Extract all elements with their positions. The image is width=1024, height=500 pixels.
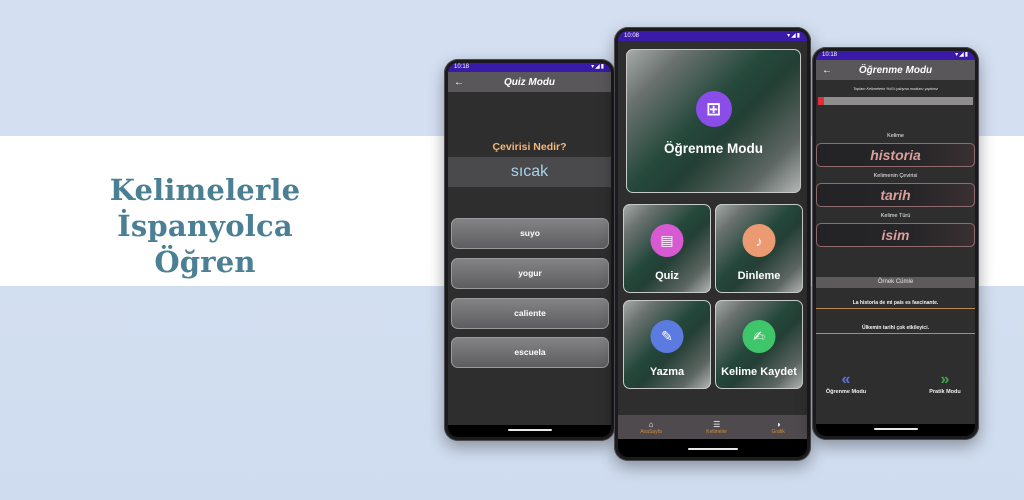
card-writing[interactable]: ✎ Yazma xyxy=(623,300,711,389)
status-bar: 10:18 ▾◢▮ xyxy=(816,51,975,60)
quiz-option-2[interactable]: yogur xyxy=(451,258,609,289)
quiz-option-4[interactable]: escuela xyxy=(451,337,609,368)
next-mode-button[interactable]: » Pratik Modu xyxy=(915,371,975,395)
phone-learning: 10:18 ▾◢▮ ← Öğrenme Modu Toplam Kelimele… xyxy=(812,47,979,440)
word-label: Kelime xyxy=(887,133,904,139)
word-type-label: Kelime Türü xyxy=(880,213,911,219)
card-listening-label: Dinleme xyxy=(737,270,781,282)
grid-icon: ⊞ xyxy=(695,91,732,127)
progress-bar xyxy=(818,97,973,105)
card-listening[interactable]: ♪ Dinleme xyxy=(715,204,803,293)
phone-home: 10:08 ▾◢▮ ⊞ Öğrenme Modu ▤ Quiz ♪ Dinlem… xyxy=(614,27,811,461)
prev-mode-label: Öğrenme Modu xyxy=(825,389,867,395)
gesture-bar-area xyxy=(816,424,975,436)
translation-label: Kelimenin Çevirisi xyxy=(873,173,918,179)
status-bar: 10:08 ▾◢▮ xyxy=(618,31,807,41)
card-quiz[interactable]: ▤ Quiz xyxy=(623,204,711,293)
back-arrow-icon[interactable]: ← xyxy=(822,65,836,76)
home-indicator[interactable] xyxy=(873,428,918,430)
card-writing-label: Yazma xyxy=(649,366,685,378)
learning-screen: 10:18 ▾◢▮ ← Öğrenme Modu Toplam Kelimele… xyxy=(816,51,975,436)
app-bar: ← Öğrenme Modu xyxy=(816,60,975,80)
example-sentence-header: Örnek Cümle xyxy=(816,277,975,288)
double-chevron-left-icon: « xyxy=(841,371,851,388)
card-save-word[interactable]: ✍ Kelime Kaydet xyxy=(715,300,803,389)
headline-line-1: Kelimelerle İspanyolca xyxy=(109,173,301,243)
back-arrow-icon[interactable]: ← xyxy=(454,77,468,88)
card-quiz-label: Quiz xyxy=(655,270,679,282)
prev-mode-button[interactable]: « Öğrenme Modu xyxy=(816,371,876,395)
next-mode-label: Pratik Modu xyxy=(929,389,961,395)
cards-icon: ▤ xyxy=(650,224,684,257)
gesture-bar-area xyxy=(448,425,611,437)
headline-line-2: Öğren xyxy=(154,245,256,279)
word-type-value: isim xyxy=(816,223,975,247)
nav-words-label: Kelimeler xyxy=(706,428,728,435)
nav-home-label: AnaSayfa xyxy=(640,428,662,435)
bottom-navigation: ⌂ AnaSayfa ☰ Kelimeler ◑ Grafik xyxy=(618,415,807,439)
quiz-screen: 10:18 ▾◢▮ ← Quiz Modu Çevirisi Nedir? sı… xyxy=(448,63,611,437)
quiz-option-1[interactable]: suyo xyxy=(451,218,609,249)
word-value: historia xyxy=(816,143,975,167)
home-indicator[interactable] xyxy=(507,429,552,431)
status-icons: ▾◢▮ xyxy=(787,33,801,39)
pencil-icon: ✎ xyxy=(650,320,684,353)
status-icons: ▾◢▮ xyxy=(955,52,969,58)
quiz-question: Çevirisi Nedir? xyxy=(492,141,567,153)
status-time: 10:08 xyxy=(624,33,640,39)
status-bar: 10:18 ▾◢▮ xyxy=(448,63,611,72)
home-indicator[interactable] xyxy=(687,448,738,450)
screen-title: Quiz Modu xyxy=(503,76,556,88)
phone-quiz: 10:18 ▾◢▮ ← Quiz Modu Çevirisi Nedir? sı… xyxy=(444,59,615,441)
nav-words[interactable]: ☰ Kelimeler xyxy=(706,420,727,435)
speaker-user-icon: ♪ xyxy=(742,224,776,257)
status-time: 10:18 xyxy=(454,64,470,70)
translation-value: tarih xyxy=(816,183,975,207)
nav-home[interactable]: ⌂ AnaSayfa xyxy=(640,420,662,435)
progress-fill xyxy=(818,97,825,105)
home-icon: ⌂ xyxy=(648,419,654,429)
status-icons: ▾◢▮ xyxy=(591,64,605,70)
example-sentence-spanish: La historia de mi país es fascinante. xyxy=(816,297,975,309)
headline: Kelimelerle İspanyolca Öğren xyxy=(20,172,390,280)
pie-chart-icon: ◑ xyxy=(775,419,781,429)
card-learning-mode[interactable]: ⊞ Öğrenme Modu xyxy=(626,49,801,193)
nav-chart-label: Grafik xyxy=(771,428,785,435)
nav-chart[interactable]: ◑ Grafik xyxy=(771,420,784,435)
card-save-word-label: Kelime Kaydet xyxy=(721,366,797,378)
edit-note-icon: ✍ xyxy=(742,320,776,353)
home-screen: 10:08 ▾◢▮ ⊞ Öğrenme Modu ▤ Quiz ♪ Dinlem… xyxy=(618,31,807,457)
list-icon: ☰ xyxy=(713,419,721,429)
double-chevron-right-icon: » xyxy=(940,371,950,388)
status-time: 10:18 xyxy=(822,52,838,58)
quiz-word: sıcak xyxy=(448,157,611,187)
screen-title: Öğrenme Modu xyxy=(858,64,933,76)
card-learning-label: Öğrenme Modu xyxy=(663,141,763,156)
quiz-option-3[interactable]: caliente xyxy=(451,298,609,329)
app-bar: ← Quiz Modu xyxy=(448,72,611,92)
example-sentence-turkish: Ülkemin tarihi çok etkileyici. xyxy=(816,322,975,334)
progress-text: Toplam Kelimelerin %4'ü çalışma modunu y… xyxy=(853,87,938,91)
